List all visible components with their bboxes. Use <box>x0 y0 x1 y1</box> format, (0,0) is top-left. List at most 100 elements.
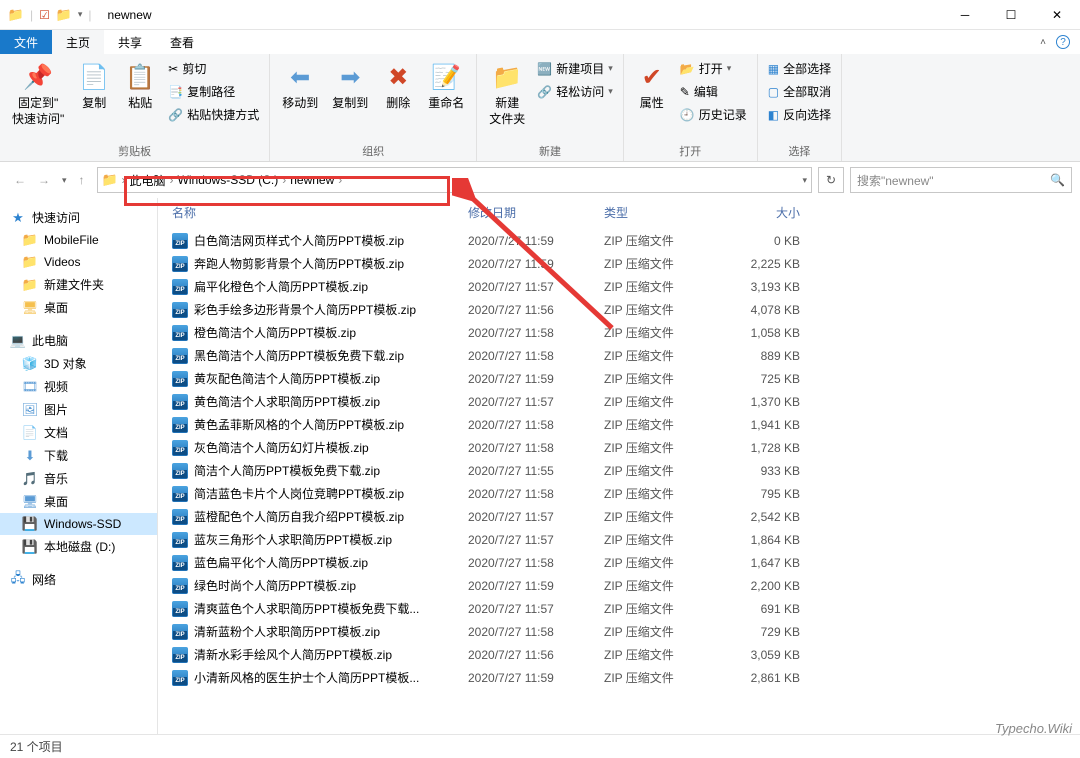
titlebar: 📁 | ☑ 📁 ▾ | newnew ─ ☐ ✕ <box>0 0 1080 30</box>
refresh-button[interactable]: ↻ <box>818 167 844 193</box>
pin-quickaccess-button[interactable]: 📌固定到" 快速访问" <box>6 58 70 131</box>
chevron-right-icon[interactable]: › <box>166 173 178 187</box>
search-input[interactable]: 搜索"newnew" 🔍 <box>850 167 1072 193</box>
sidebar-item[interactable]: 💾Windows-SSD <box>0 513 157 535</box>
sidebar-item[interactable]: 🖥桌面 <box>0 490 157 513</box>
table-row[interactable]: 橙色简洁个人简历PPT模板.zip2020/7/27 11:58ZIP 压缩文件… <box>158 321 1080 344</box>
table-row[interactable]: 扁平化橙色个人简历PPT模板.zip2020/7/27 11:57ZIP 压缩文… <box>158 275 1080 298</box>
item-icon: 🖥 <box>22 494 38 510</box>
newitem-button[interactable]: 🆕新建项目▾ <box>533 58 617 79</box>
table-row[interactable]: 白色简洁网页样式个人简历PPT模板.zip2020/7/27 11:59ZIP … <box>158 229 1080 252</box>
sidebar-item[interactable]: 📁新建文件夹 <box>0 273 157 296</box>
sidebar-item[interactable]: 📁Videos <box>0 251 157 273</box>
table-row[interactable]: 蓝色扁平化个人简历PPT模板.zip2020/7/27 11:58ZIP 压缩文… <box>158 551 1080 574</box>
tab-home[interactable]: 主页 <box>52 30 104 54</box>
sidebar-item[interactable]: 💾本地磁盘 (D:) <box>0 535 157 558</box>
file-type: ZIP 压缩文件 <box>604 301 726 318</box>
ribbon: 📌固定到" 快速访问" 📄复制 📋粘贴 ✂剪切 📑复制路径 🔗粘贴快捷方式 剪贴… <box>0 54 1080 162</box>
help-icon[interactable]: ? <box>1056 35 1070 49</box>
sidebar-thispc[interactable]: 💻此电脑 <box>0 329 157 352</box>
sidebar-quickaccess[interactable]: ★快速访问 <box>0 206 157 229</box>
rename-button[interactable]: 📝重命名 <box>422 58 470 116</box>
sidebar-network[interactable]: 🖧网络 <box>0 568 157 591</box>
sidebar-item[interactable]: 🧊3D 对象 <box>0 352 157 375</box>
table-row[interactable]: 彩色手绘多边形背景个人简历PPT模板.zip2020/7/27 11:56ZIP… <box>158 298 1080 321</box>
selectall-button[interactable]: ▦全部选择 <box>764 58 835 79</box>
col-type[interactable]: 类型 <box>604 204 726 221</box>
selectnone-button[interactable]: ▢全部取消 <box>764 81 835 102</box>
table-row[interactable]: 简洁个人简历PPT模板免费下载.zip2020/7/27 11:55ZIP 压缩… <box>158 459 1080 482</box>
file-size: 1,864 KB <box>726 533 800 547</box>
copypath-button[interactable]: 📑复制路径 <box>164 81 263 102</box>
pasteshortcut-button[interactable]: 🔗粘贴快捷方式 <box>164 104 263 125</box>
up-button[interactable]: ↑ <box>79 173 85 187</box>
sidebar-item[interactable]: 📁MobileFile <box>0 229 157 251</box>
sidebar-item[interactable]: 🖼图片 <box>0 398 157 421</box>
tab-file[interactable]: 文件 <box>0 30 52 54</box>
moveto-button[interactable]: ⬅移动到 <box>276 58 324 116</box>
open-button[interactable]: 📂打开▾ <box>676 58 751 79</box>
zip-icon <box>172 371 188 387</box>
breadcrumb-thispc[interactable]: 此电脑 <box>130 172 166 189</box>
file-type: ZIP 压缩文件 <box>604 623 726 640</box>
item-icon: 🎞 <box>22 379 38 395</box>
sidebar-item[interactable]: 📄文档 <box>0 421 157 444</box>
col-name[interactable]: 名称 <box>172 204 468 221</box>
table-row[interactable]: 蓝灰三角形个人求职简历PPT模板.zip2020/7/27 11:57ZIP 压… <box>158 528 1080 551</box>
back-button[interactable]: ← <box>14 173 26 187</box>
newfolder-button[interactable]: 📁新建 文件夹 <box>483 58 531 131</box>
forward-button[interactable]: → <box>38 173 50 187</box>
table-row[interactable]: 绿色时尚个人简历PPT模板.zip2020/7/27 11:59ZIP 压缩文件… <box>158 574 1080 597</box>
breadcrumb-drive[interactable]: Windows-SSD (C:) <box>178 173 279 187</box>
table-row[interactable]: 灰色简洁个人简历幻灯片模板.zip2020/7/27 11:58ZIP 压缩文件… <box>158 436 1080 459</box>
sidebar-item[interactable]: 🖥桌面 <box>0 296 157 319</box>
table-row[interactable]: 奔跑人物剪影背景个人简历PPT模板.zip2020/7/27 11:59ZIP … <box>158 252 1080 275</box>
minimize-button[interactable]: ─ <box>942 0 988 30</box>
sidebar-item[interactable]: 🎞视频 <box>0 375 157 398</box>
folder-icon: 📁 <box>56 7 72 23</box>
table-row[interactable]: 蓝橙配色个人简历自我介绍PPT模板.zip2020/7/27 11:57ZIP … <box>158 505 1080 528</box>
properties-button[interactable]: ✔属性 <box>630 58 674 116</box>
table-row[interactable]: 小清新风格的医生护士个人简历PPT模板...2020/7/27 11:59ZIP… <box>158 666 1080 689</box>
copyto-button[interactable]: ➡复制到 <box>326 58 374 116</box>
delete-button[interactable]: ✖删除 <box>376 58 420 116</box>
table-row[interactable]: 黄色简洁个人求职简历PPT模板.zip2020/7/27 11:57ZIP 压缩… <box>158 390 1080 413</box>
chevron-right-icon[interactable]: › <box>278 173 290 187</box>
cut-button[interactable]: ✂剪切 <box>164 58 263 79</box>
chevron-down-icon[interactable]: ▾ <box>78 9 83 20</box>
collapse-ribbon-icon[interactable]: ˄ <box>1040 37 1046 48</box>
checkbox-icon[interactable]: ☑ <box>39 8 50 22</box>
table-row[interactable]: 简洁蓝色卡片个人岗位竞聘PPT模板.zip2020/7/27 11:58ZIP … <box>158 482 1080 505</box>
zip-icon <box>172 233 188 249</box>
history-dropdown[interactable]: ▾ <box>62 175 67 186</box>
breadcrumb-folder[interactable]: newnew <box>290 173 334 187</box>
easyaccess-button[interactable]: 🔗轻松访问▾ <box>533 81 617 102</box>
tab-share[interactable]: 共享 <box>104 30 156 54</box>
copy-button[interactable]: 📄复制 <box>72 58 116 116</box>
sidebar-item[interactable]: ⬇下载 <box>0 444 157 467</box>
invert-button[interactable]: ◧反向选择 <box>764 104 835 125</box>
close-button[interactable]: ✕ <box>1034 0 1080 30</box>
chevron-right-icon[interactable]: › <box>118 173 130 187</box>
addressbar[interactable]: 📁 › 此电脑 › Windows-SSD (C:) › newnew › ▾ <box>97 167 812 193</box>
table-row[interactable]: 黑色简洁个人简历PPT模板免费下载.zip2020/7/27 11:58ZIP … <box>158 344 1080 367</box>
table-row[interactable]: 清爽蓝色个人求职简历PPT模板免费下载...2020/7/27 11:57ZIP… <box>158 597 1080 620</box>
chevron-down-icon[interactable]: ▾ <box>802 175 807 186</box>
table-row[interactable]: 清新蓝粉个人求职简历PPT模板.zip2020/7/27 11:58ZIP 压缩… <box>158 620 1080 643</box>
tab-view[interactable]: 查看 <box>156 30 208 54</box>
table-row[interactable]: 黄灰配色简洁个人简历PPT模板.zip2020/7/27 11:59ZIP 压缩… <box>158 367 1080 390</box>
history-button[interactable]: 🕘历史记录 <box>676 104 751 125</box>
folder-icon: 📁 <box>22 232 38 248</box>
file-date: 2020/7/27 11:58 <box>468 556 604 570</box>
maximize-button[interactable]: ☐ <box>988 0 1034 30</box>
item-icon: ⬇ <box>22 448 38 464</box>
sidebar-item[interactable]: 🎵音乐 <box>0 467 157 490</box>
file-date: 2020/7/27 11:57 <box>468 395 604 409</box>
table-row[interactable]: 清新水彩手绘风个人简历PPT模板.zip2020/7/27 11:56ZIP 压… <box>158 643 1080 666</box>
paste-button[interactable]: 📋粘贴 <box>118 58 162 116</box>
chevron-right-icon[interactable]: › <box>334 173 346 187</box>
col-date[interactable]: 修改日期 <box>468 204 604 221</box>
edit-button[interactable]: ✎编辑 <box>676 81 751 102</box>
col-size[interactable]: 大小 <box>726 204 800 221</box>
table-row[interactable]: 黄色孟菲斯风格的个人简历PPT模板.zip2020/7/27 11:58ZIP … <box>158 413 1080 436</box>
